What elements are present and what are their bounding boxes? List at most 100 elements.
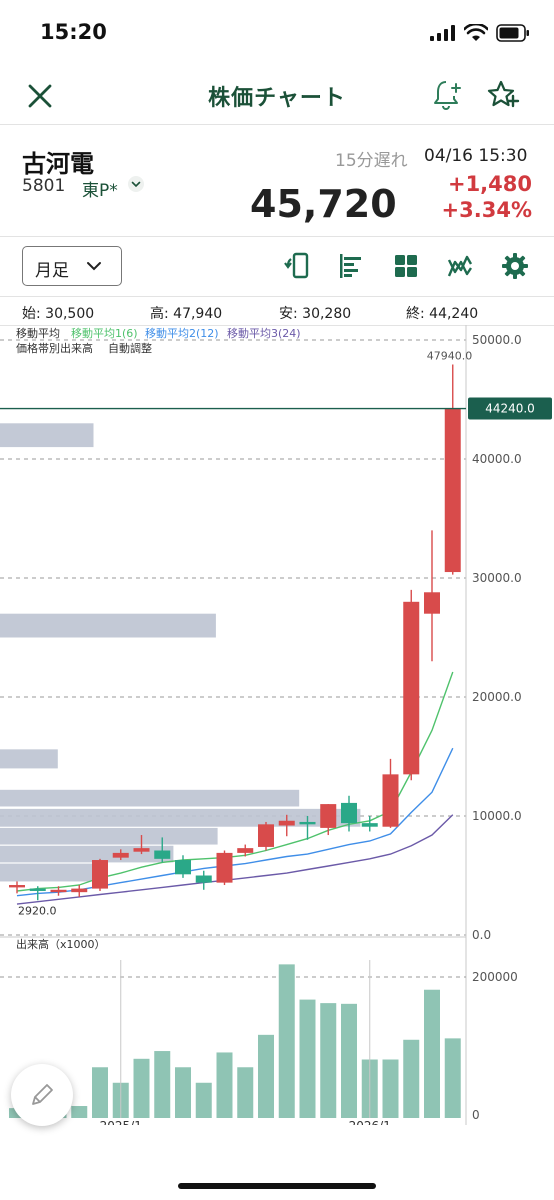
volume-profile-bar xyxy=(0,789,300,807)
layout-grid-icon[interactable] xyxy=(392,252,420,280)
volume-bar xyxy=(444,1038,461,1118)
status-bar: 15:20 xyxy=(0,0,554,66)
candle-down xyxy=(29,888,46,891)
candle-up xyxy=(258,824,274,847)
home-indicator xyxy=(178,1183,376,1189)
divider xyxy=(0,296,554,297)
candle-up xyxy=(444,408,461,573)
add-favorite-star-icon[interactable] xyxy=(486,78,520,112)
price-chart[interactable]: 0.0 10000.0 20000.0 30000.0 40000.0 50000.0 44… xyxy=(0,325,554,1125)
current-price: 45,720 xyxy=(250,182,397,226)
price-axis-label: 40000.0 xyxy=(472,452,522,466)
low-annotation: 2920.0 xyxy=(18,904,57,917)
legend-auto-adjust: 自動調整 xyxy=(108,341,152,355)
volume-bar xyxy=(299,999,316,1118)
market-chevron-icon[interactable] xyxy=(128,176,144,192)
legend-ma3: 移動平均3(24) xyxy=(227,326,301,340)
volume-bar xyxy=(133,1058,150,1118)
price-change-percent: +3.34% xyxy=(441,198,532,222)
high-price: 高: 47,940 xyxy=(150,306,223,322)
period-label: 月足 xyxy=(35,261,69,281)
battery-icon xyxy=(496,24,529,42)
status-time: 15:20 xyxy=(40,20,107,44)
cellular-signal-icon xyxy=(430,25,455,41)
price-axis-label: 0.0 xyxy=(472,928,491,942)
price-axis-label: 50000.0 xyxy=(472,333,522,347)
candle-up xyxy=(278,820,295,826)
pencil-icon xyxy=(32,1084,53,1105)
volume-profile-bar xyxy=(0,827,218,845)
status-icons xyxy=(430,22,530,44)
open-price: 始: 30,500 xyxy=(22,306,95,322)
candle-down xyxy=(361,823,378,827)
period-select[interactable]: 月足 xyxy=(22,246,122,286)
candle-up xyxy=(133,848,150,852)
x-axis-label: 2026/1 xyxy=(349,1119,391,1125)
candle-up xyxy=(50,889,67,893)
legend-label: 移動平均 xyxy=(16,326,60,340)
add-alert-bell-icon[interactable] xyxy=(430,78,464,112)
page-title: 株価チャート xyxy=(208,86,346,111)
market-selector[interactable]: 東P* xyxy=(82,176,118,201)
volume-bar xyxy=(71,1106,88,1118)
volume-axis-label: 200000 xyxy=(472,970,518,984)
volume-profile-bar xyxy=(0,423,94,448)
x-axis-label: 2025/1 xyxy=(100,1119,142,1125)
candle-up xyxy=(9,885,25,888)
volume-bar xyxy=(424,989,440,1118)
candle-down xyxy=(175,860,191,875)
close-price: 終: 44,240 xyxy=(406,306,479,322)
candle-up xyxy=(92,860,108,889)
stock-name: 古河電 xyxy=(22,150,94,178)
stock-code: 5801 xyxy=(22,176,66,196)
candle-down xyxy=(154,850,171,859)
candle-up xyxy=(216,852,233,883)
price-change: +1,480 xyxy=(447,172,532,196)
price-axis-label: 30000.0 xyxy=(472,571,522,585)
nav-bar: 株価チャート xyxy=(0,66,554,124)
quote-time: 04/16 15:30 xyxy=(424,146,528,166)
low-price: 安: 30,280 xyxy=(279,306,352,322)
volume-bar xyxy=(278,964,295,1118)
current-price-label: 44240.0 xyxy=(485,402,535,416)
indicator-icon[interactable] xyxy=(446,252,474,280)
divider xyxy=(0,236,554,237)
price-axis-label: 20000.0 xyxy=(472,690,522,704)
volume-bar xyxy=(92,1067,108,1118)
chevron-down-icon xyxy=(87,262,101,271)
candle-down xyxy=(299,821,316,825)
settings-gear-icon[interactable] xyxy=(501,252,529,280)
volume-bar xyxy=(382,1059,399,1118)
volume-profile-bar xyxy=(0,613,216,638)
candle-up xyxy=(320,804,337,828)
candle-up xyxy=(424,592,440,614)
volume-bar xyxy=(403,1039,420,1118)
volume-bar xyxy=(320,1003,337,1118)
volume-bar xyxy=(216,1052,233,1118)
volume-profile-bar xyxy=(0,863,106,882)
volume-profile-icon[interactable] xyxy=(337,252,365,280)
volume-bar xyxy=(154,1051,171,1118)
draw-tool-button[interactable] xyxy=(11,1064,73,1126)
volume-profile-bar xyxy=(0,749,58,769)
volume-bar xyxy=(237,1067,254,1118)
delay-label: 15分遅れ xyxy=(335,151,408,171)
candle-down xyxy=(341,802,357,824)
volume-bar xyxy=(341,1003,357,1118)
rotate-screen-icon[interactable] xyxy=(283,252,311,280)
high-annotation: 47940.0 xyxy=(427,350,473,363)
candle-up xyxy=(403,601,420,775)
candle-up xyxy=(71,888,88,893)
legend-volume-profile: 価格帯別出来高 xyxy=(16,341,93,355)
volume-axis-label: 0 xyxy=(472,1108,480,1122)
legend-ma2: 移動平均2(12) xyxy=(145,326,219,340)
candle-up xyxy=(237,848,254,853)
candle-down xyxy=(195,875,212,883)
divider xyxy=(0,124,554,125)
volume-bar xyxy=(195,1082,212,1118)
volume-bar xyxy=(258,1034,274,1118)
candle-up xyxy=(382,774,399,827)
candle-up xyxy=(112,852,129,858)
volume-title: 出来高（x1000） xyxy=(16,937,106,951)
wifi-icon xyxy=(464,24,488,41)
